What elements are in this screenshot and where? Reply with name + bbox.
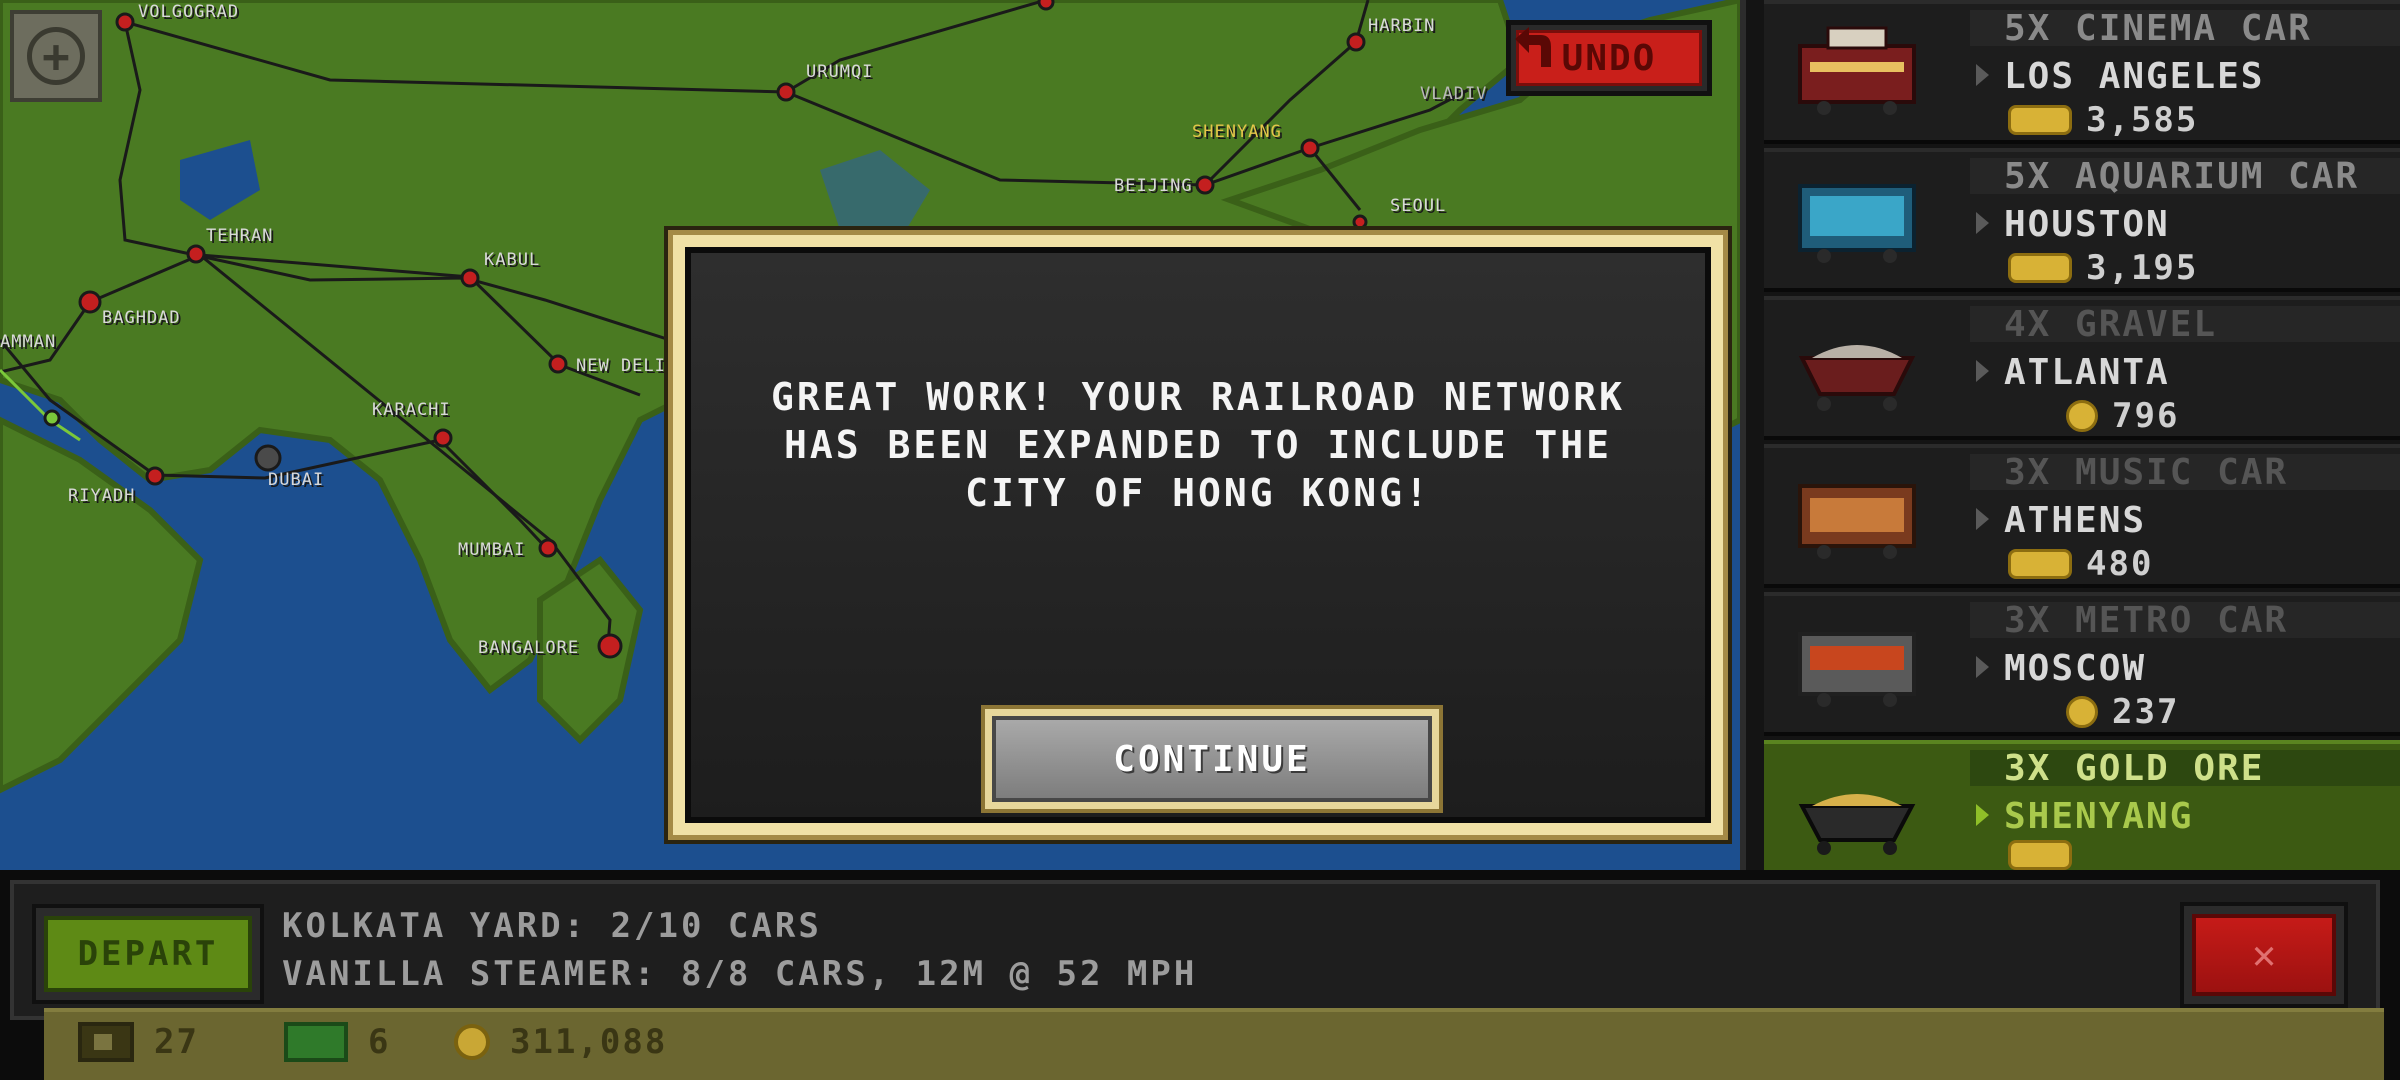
gold-bars-icon — [2008, 840, 2072, 870]
cash-count: 6 — [368, 1022, 391, 1062]
city-label: VLADIV — [1420, 84, 1488, 104]
city-label: DUBAI — [268, 470, 325, 490]
arrow-right-icon — [1976, 508, 1989, 530]
cargo-destination: MOSCOW — [2004, 648, 2147, 689]
cargo-name: 3X METRO CAR — [2004, 600, 2289, 641]
cargo-panel[interactable]: 5X CINEMA CAR LOS ANGELES 3,585 5X AQUAR… — [1740, 0, 2400, 870]
dialog-line: GREAT WORK! YOUR RAILROAD NETWORK — [771, 375, 1625, 419]
coins-count: 311,088 — [510, 1022, 668, 1062]
city-label: KABUL — [484, 250, 541, 270]
gold-bars-icon — [2008, 549, 2072, 579]
arrow-right-icon — [1976, 656, 1989, 678]
city-label: HARBIN — [1368, 16, 1436, 36]
cargo-item-aquarium-car[interactable]: 5X AQUARIUM CAR HOUSTON 3,195 — [1764, 148, 2400, 292]
city-label: MUMBAI — [458, 540, 526, 560]
cash-resource: 6 — [284, 1022, 390, 1062]
cargo-reward: 3,585 — [2086, 100, 2199, 140]
zoom-in-button[interactable]: + — [10, 10, 102, 102]
city-label: KARACHI — [372, 400, 451, 420]
coins-resource: 311,088 — [454, 1022, 667, 1062]
aquarium-car-icon — [1798, 184, 1916, 263]
cargo-reward: 237 — [2112, 692, 2180, 732]
city-label: BAGHDAD — [102, 308, 181, 328]
cargo-reward: 3,195 — [2086, 248, 2199, 288]
cargo-name: 3X GOLD ORE — [2004, 748, 2265, 789]
close-button[interactable]: ✕ — [2180, 902, 2348, 1008]
cargo-destination: SHENYANG — [2004, 796, 2194, 837]
dialog-line: CITY OF HONG KONG! — [965, 471, 1431, 515]
dialog-line: HAS BEEN EXPANDED TO INCLUDE THE — [783, 423, 1613, 467]
yard-status: KOLKATA YARD: 2/10 CARS — [282, 906, 822, 946]
cargo-name: 5X CINEMA CAR — [2004, 8, 2312, 49]
cargo-name: 3X MUSIC CAR — [2004, 452, 2289, 493]
bottom-bar: DEPART KOLKATA YARD: 2/10 CARS VANILLA S… — [0, 870, 2400, 1080]
city-label: BANGALORE — [478, 638, 580, 658]
close-icon: ✕ — [2192, 914, 2336, 996]
coin-icon — [2066, 400, 2098, 432]
cargo-destination: ATHENS — [2004, 500, 2147, 541]
city-label: NEW DELI — [576, 356, 666, 376]
undo-label: UNDO — [1561, 37, 1657, 79]
depart-button[interactable]: DEPART — [32, 904, 264, 1004]
metro-car-icon — [1798, 632, 1916, 707]
cars-count: 27 — [154, 1022, 199, 1062]
cargo-reward: 796 — [2112, 396, 2180, 436]
gold-bars-icon — [2008, 253, 2072, 283]
city-label: SEOUL — [1390, 196, 1447, 216]
expansion-dialog: GREAT WORK! YOUR RAILROAD NETWORK HAS BE… — [668, 230, 1728, 840]
city-label: SHENYANG — [1192, 122, 1282, 142]
cargo-item-gold-ore[interactable]: 3X GOLD ORE SHENYANG — [1764, 740, 2400, 870]
cash-icon — [284, 1022, 348, 1062]
gravel-car-icon — [1798, 345, 1916, 411]
cars-resource: 27 — [78, 1022, 199, 1062]
cargo-item-metro-car[interactable]: 3X METRO CAR MOSCOW 237 — [1764, 592, 2400, 736]
city-label: URUMQI — [806, 62, 874, 82]
plus-icon: + — [27, 27, 85, 85]
cargo-reward: 480 — [2086, 544, 2154, 584]
cargo-destination: LOS ANGELES — [2004, 56, 2265, 97]
train-info-strip: DEPART KOLKATA YARD: 2/10 CARS VANILLA S… — [10, 880, 2380, 1020]
city-label: AMMAN — [0, 332, 57, 352]
cargo-item-gravel[interactable]: 4X GRAVEL ATLANTA 796 — [1764, 296, 2400, 440]
city-label: RIYADH — [68, 486, 136, 506]
cargo-destination: HOUSTON — [2004, 204, 2170, 245]
arrow-right-icon — [1976, 360, 1989, 382]
cinema-car-icon — [1798, 26, 1916, 115]
arrow-right-icon — [1976, 804, 1989, 826]
dialog-body: GREAT WORK! YOUR RAILROAD NETWORK HAS BE… — [685, 247, 1711, 823]
undo-button[interactable]: UNDO — [1506, 20, 1712, 96]
continue-label: CONTINUE — [992, 716, 1432, 802]
resource-bar: 27 6 311,088 — [44, 1008, 2384, 1080]
cargo-item-cinema-car[interactable]: 5X CINEMA CAR LOS ANGELES 3,585 — [1764, 0, 2400, 144]
cargo-destination: ATLANTA — [2004, 352, 2170, 393]
depart-label: DEPART — [44, 916, 252, 992]
dialog-message: GREAT WORK! YOUR RAILROAD NETWORK HAS BE… — [691, 373, 1705, 517]
train-car-icon — [78, 1022, 134, 1062]
city-label: VOLGOGRAD — [138, 2, 240, 22]
cargo-item-music-car[interactable]: 3X MUSIC CAR ATHENS 480 — [1764, 444, 2400, 588]
city-label: TEHRAN — [206, 226, 274, 246]
continue-button[interactable]: CONTINUE — [981, 705, 1443, 813]
city-label: BEIJING — [1114, 176, 1193, 196]
arrow-right-icon — [1976, 64, 1989, 86]
music-car-icon — [1798, 484, 1916, 559]
cargo-name: 5X AQUARIUM CAR — [2004, 156, 2360, 197]
coin-icon — [454, 1024, 490, 1060]
gold-ore-car-icon — [1798, 794, 1916, 855]
arrow-right-icon — [1976, 212, 1989, 234]
coin-icon — [2066, 696, 2098, 728]
gold-bars-icon — [2008, 105, 2072, 135]
train-status: VANILLA STEAMER: 8/8 CARS, 12M @ 52 MPH — [282, 954, 1198, 994]
undo-arrow-icon — [1515, 27, 1551, 67]
cargo-name: 4X GRAVEL — [2004, 304, 2218, 345]
